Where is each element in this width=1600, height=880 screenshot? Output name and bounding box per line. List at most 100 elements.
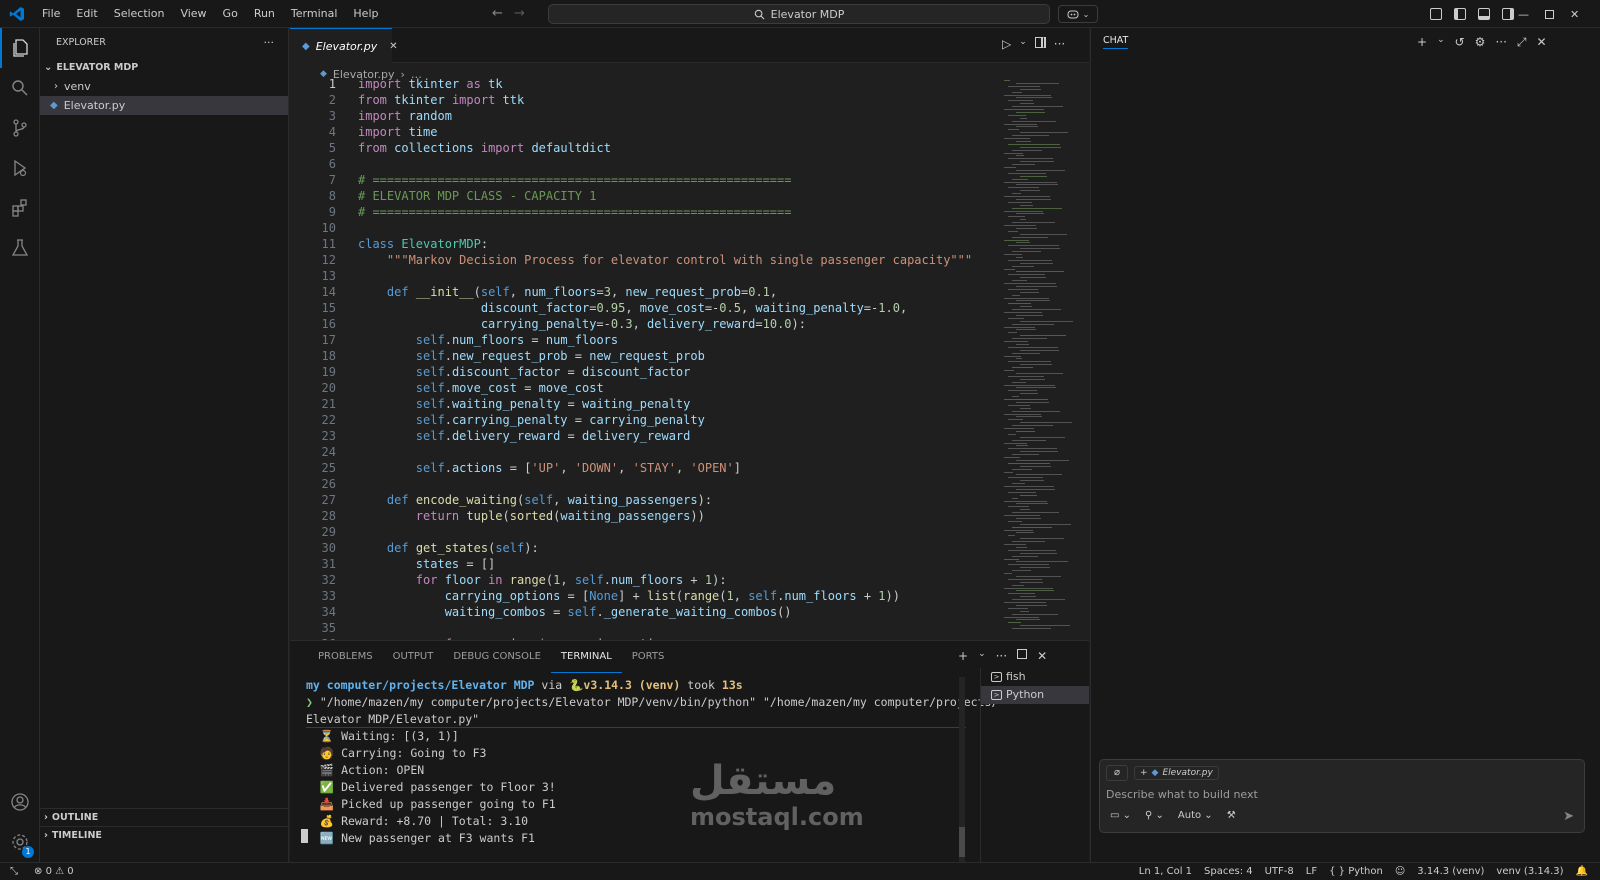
code-line[interactable]: 12 """Markov Decision Process for elevat… [290, 252, 1000, 268]
tab-debug-console[interactable]: DEBUG CONSOLE [443, 641, 551, 673]
agent-mode-icon[interactable]: ▭ ⌄ [1110, 810, 1131, 821]
chevron-down-icon[interactable]: ⌄ [1437, 35, 1445, 50]
explorer-icon[interactable] [0, 28, 40, 68]
code-line[interactable]: 1 import tkinter as tk [290, 76, 1000, 92]
history-icon[interactable]: ↺ [1455, 35, 1465, 50]
code-line[interactable]: 11 class ElevatorMDP: [290, 236, 1000, 252]
code-line[interactable]: 30 def get_states(self): [290, 540, 1000, 556]
explorer-root[interactable]: ⌄ ELEVATOR MDP [40, 57, 288, 77]
terminal-instance-python[interactable]: > Python [981, 686, 1089, 704]
close-icon[interactable]: ✕ [1570, 8, 1579, 21]
code-line[interactable]: 28 return tuple(sorted(waiting_passenger… [290, 508, 1000, 524]
new-chat-icon[interactable]: + [1417, 35, 1427, 50]
minimap[interactable] [1000, 76, 1089, 640]
terminal-scrollbar[interactable] [959, 677, 965, 863]
maximize-panel-icon[interactable] [1017, 649, 1028, 659]
terminal-output[interactable]: my computer/projects/Elevator MDP via 🐍v… [306, 677, 998, 847]
terminal-instance-fish[interactable]: > fish [981, 668, 1089, 686]
code-line[interactable]: 20 self.move_cost = move_cost [290, 380, 1000, 396]
tab-output[interactable]: OUTPUT [383, 641, 444, 673]
menu-edit[interactable]: Edit [68, 0, 105, 28]
copilot-status-icon[interactable]: ☺ [1389, 866, 1411, 877]
code-line[interactable]: 33 carrying_options = [None] + list(rang… [290, 588, 1000, 604]
code-line[interactable]: 2 from tkinter import ttk [290, 92, 1000, 108]
run-debug-icon[interactable] [0, 148, 40, 188]
code-line[interactable]: 16 carrying_penalty=-0.3, delivery_rewar… [290, 316, 1000, 332]
more-actions-icon[interactable]: ··· [1054, 37, 1065, 51]
menu-run[interactable]: Run [246, 0, 283, 28]
tools-icon[interactable]: ⚲ ⌄ [1145, 810, 1164, 821]
menu-help[interactable]: Help [345, 0, 386, 28]
extensions-icon[interactable] [0, 188, 40, 228]
code-line[interactable]: 19 self.discount_factor = discount_facto… [290, 364, 1000, 380]
notifications-icon[interactable]: 🔔 [1570, 866, 1600, 877]
python-env[interactable]: venv (3.14.3) [1490, 866, 1569, 877]
settings-icon[interactable]: ⚙ [1475, 35, 1486, 50]
code-line[interactable]: 13 [290, 268, 1000, 284]
code-editor[interactable]: 1 import tkinter as tk 2 from tkinter impor… [290, 76, 1000, 640]
close-tab-icon[interactable]: ✕ [389, 41, 397, 52]
code-line[interactable]: 25 self.actions = ['UP', 'DOWN', 'STAY',… [290, 460, 1000, 476]
close-icon[interactable]: ✕ [1537, 35, 1547, 50]
settings-gear-icon[interactable]: 1 [0, 822, 40, 862]
menu-selection[interactable]: Selection [106, 0, 173, 28]
chat-title[interactable]: CHAT [1103, 35, 1129, 49]
code-line[interactable]: 15 discount_factor=0.95, move_cost=-0.5,… [290, 300, 1000, 316]
tab-terminal[interactable]: TERMINAL [550, 641, 622, 673]
nav-back-icon[interactable]: ← [492, 6, 503, 21]
code-line[interactable]: 8 # ELEVATOR MDP CLASS - CAPACITY 1 [290, 188, 1000, 204]
code-line[interactable]: 35 [290, 620, 1000, 636]
menu-go[interactable]: Go [215, 0, 246, 28]
code-line[interactable]: 27 def encode_waiting(self, waiting_pass… [290, 492, 1000, 508]
chevron-down-icon[interactable]: ⌄ [1019, 37, 1027, 51]
run-file-icon[interactable]: ▷ [1002, 37, 1011, 51]
chevron-down-icon[interactable]: ⌄ [978, 649, 986, 663]
context-file-chip[interactable]: + ◆ Elevator.py [1134, 766, 1219, 780]
code-line[interactable]: 9 # =====================================… [290, 204, 1000, 220]
outline-section[interactable]: › OUTLINE [40, 808, 289, 826]
indentation[interactable]: Spaces: 4 [1198, 866, 1259, 877]
code-line[interactable]: 18 self.new_request_prob = new_request_p… [290, 348, 1000, 364]
model-picker[interactable]: Auto ⌄ [1178, 810, 1213, 821]
code-line[interactable]: 32 for floor in range(1, self.num_floors… [290, 572, 1000, 588]
cursor-position[interactable]: Ln 1, Col 1 [1133, 866, 1198, 877]
tab-elevator-py[interactable]: ◆ Elevator.py ✕ [290, 28, 398, 63]
code-line[interactable]: 23 self.delivery_reward = delivery_rewar… [290, 428, 1000, 444]
maximize-icon[interactable] [1545, 9, 1554, 19]
tab-problems[interactable]: PROBLEMS [308, 641, 383, 673]
code-line[interactable]: 22 self.carrying_penalty = carrying_pena… [290, 412, 1000, 428]
toggle-sidebar-icon[interactable] [1454, 8, 1466, 20]
code-line[interactable]: 4 import time [290, 124, 1000, 140]
more-actions-icon[interactable]: ··· [996, 649, 1007, 663]
search-icon[interactable] [0, 68, 40, 108]
code-line[interactable]: 17 self.num_floors = num_floors [290, 332, 1000, 348]
minimize-icon[interactable]: — [1518, 8, 1529, 21]
command-center[interactable]: Elevator MDP [548, 4, 1050, 24]
chat-input[interactable]: Describe what to build next [1100, 786, 1584, 804]
code-line[interactable]: 21 self.waiting_penalty = waiting_penalt… [290, 396, 1000, 412]
send-icon[interactable]: ➤ [1563, 809, 1574, 824]
code-line[interactable]: 34 waiting_combos = self._generate_waiti… [290, 604, 1000, 620]
code-line[interactable]: 10 [290, 220, 1000, 236]
code-line[interactable]: 7 # =====================================… [290, 172, 1000, 188]
more-actions-icon[interactable]: ··· [1495, 35, 1506, 50]
language-mode[interactable]: { } Python [1323, 866, 1389, 877]
encoding[interactable]: UTF-8 [1259, 866, 1300, 877]
code-line[interactable]: 24 [290, 444, 1000, 460]
menu-file[interactable]: File [34, 0, 68, 28]
configure-tools-icon[interactable]: ⚒ [1227, 810, 1236, 821]
split-editor-icon[interactable] [1034, 37, 1046, 48]
code-line[interactable]: 3 import random [290, 108, 1000, 124]
code-line[interactable]: 29 [290, 524, 1000, 540]
problems-status[interactable]: ⊗ 0 ⚠ 0 [28, 866, 80, 877]
code-line[interactable]: 26 [290, 476, 1000, 492]
code-line[interactable]: 5 from collections import defaultdict [290, 140, 1000, 156]
source-control-icon[interactable] [0, 108, 40, 148]
account-icon[interactable] [0, 782, 40, 822]
new-terminal-icon[interactable]: + [958, 649, 968, 663]
remote-icon[interactable]: ⤡ [0, 866, 28, 877]
maximize-icon[interactable]: ⤢ [1517, 35, 1527, 50]
attach-icon[interactable]: ⌀ [1106, 765, 1128, 781]
tab-ports[interactable]: PORTS [622, 641, 675, 673]
code-line[interactable]: 14 def __init__(self, num_floors=3, new_… [290, 284, 1000, 300]
